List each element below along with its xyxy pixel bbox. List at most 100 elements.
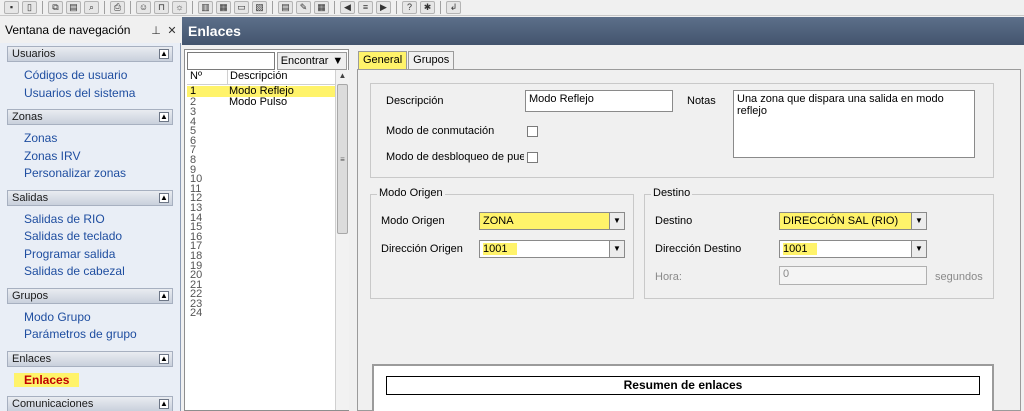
tab-general[interactable]: General	[358, 51, 408, 69]
list-item[interactable]: 17	[187, 241, 335, 252]
chevron-down-icon[interactable]: ▼	[911, 213, 926, 229]
list-item[interactable]: 12	[187, 193, 335, 204]
document-icon[interactable]: ▤	[66, 1, 81, 14]
close-icon[interactable]: ✕	[165, 24, 179, 37]
collapse-icon[interactable]: ▲	[159, 290, 169, 301]
list-item[interactable]: 2 Modo Pulso	[187, 97, 335, 108]
pin-icon[interactable]: ⊥	[149, 24, 163, 37]
list-item[interactable]: 4	[187, 116, 335, 128]
collapse-icon[interactable]: ▲	[159, 399, 169, 409]
list-item[interactable]: 10	[187, 174, 335, 185]
find-button[interactable]: Encontrar ▼	[277, 52, 347, 70]
column-header-no[interactable]: Nº	[187, 70, 227, 84]
calendar-icon[interactable]: ▦	[314, 1, 329, 14]
list-item[interactable]: 21	[187, 279, 335, 291]
nav-group-salidas[interactable]: Salidas ▲	[7, 189, 173, 206]
help-icon[interactable]: ?	[402, 1, 417, 14]
info-icon[interactable]: ✱	[420, 1, 435, 14]
nav-item-salidas-de-rio[interactable]: Salidas de RIO	[24, 211, 105, 228]
tab-strip: General Grupos	[358, 51, 455, 69]
list-item[interactable]: 7	[187, 145, 335, 156]
collapse-icon[interactable]: ▲	[159, 112, 169, 122]
nav-group-comunicaciones[interactable]: Comunicaciones ▲	[7, 396, 173, 411]
attach-icon[interactable]: ▯	[22, 1, 37, 14]
list-item[interactable]: 22	[187, 289, 335, 300]
lock-icon[interactable]: ⊓	[154, 1, 169, 14]
list-item[interactable]: 13	[187, 203, 335, 214]
report-icon[interactable]: ▧	[252, 1, 267, 14]
sheet-icon[interactable]: ▤	[278, 1, 293, 14]
list-item[interactable]: 9	[187, 164, 335, 176]
list-item[interactable]: 19	[187, 260, 335, 272]
nav-item-programar-salida[interactable]: Programar salida	[24, 246, 115, 263]
nav-item-usuarios-del-sistema[interactable]: Usuarios del sistema	[24, 85, 135, 102]
modo-desbloqueo-checkbox[interactable]	[527, 152, 538, 163]
list-item[interactable]: 16	[187, 231, 335, 243]
list-item[interactable]: 14	[187, 212, 335, 224]
nav-item-salidas-de-teclado[interactable]: Salidas de teclado	[24, 228, 122, 245]
collapse-icon[interactable]: ▲	[159, 192, 169, 203]
direccion-destino-select[interactable]: 1001 ▼	[779, 240, 927, 258]
list-item[interactable]: 3	[187, 107, 335, 118]
destino-select[interactable]: DIRECCIÓN SAL (RIO) ▼	[779, 212, 927, 230]
nav-item-salidas-de-cabezal[interactable]: Salidas de cabezal	[24, 263, 125, 280]
hora-field[interactable]: 0	[779, 266, 927, 285]
print-icon[interactable]: ⎙	[110, 1, 125, 14]
nav-group-grupos[interactable]: Grupos ▲	[7, 287, 173, 304]
list-scrollbar[interactable]: ▲ ≡	[335, 70, 349, 410]
user-gear-icon[interactable]: ☼	[172, 1, 187, 14]
nav-item-modo-grupo[interactable]: Modo Grupo	[24, 309, 91, 326]
nav-item-zonas-irv[interactable]: Zonas IRV	[24, 148, 80, 165]
list-item[interactable]: 15	[187, 222, 335, 233]
save-icon[interactable]: ▪	[4, 1, 19, 14]
grid-icon[interactable]: ▦	[216, 1, 231, 14]
scroll-up-icon[interactable]: ▲	[336, 70, 349, 82]
back-icon[interactable]: ◀	[340, 1, 355, 14]
nav-item-zonas[interactable]: Zonas	[24, 130, 57, 147]
hora-label: Hora:	[655, 271, 682, 283]
nav-group-usuarios[interactable]: Usuarios ▲	[7, 46, 173, 62]
column-header-description[interactable]: Descripción	[227, 70, 335, 84]
exit-icon[interactable]: ↲	[446, 1, 461, 14]
scroll-thumb[interactable]: ≡	[337, 84, 348, 234]
links-list-panel: Encontrar ▼ Nº Descripción 1 Modo Reflejo…	[184, 49, 349, 411]
chevron-down-icon[interactable]: ▼	[609, 213, 624, 229]
search-input[interactable]	[187, 52, 275, 70]
list-item[interactable]: 18	[187, 251, 335, 262]
nav-item-personalizar-zonas[interactable]: Personalizar zonas	[24, 165, 126, 182]
list-item[interactable]: 5	[187, 126, 335, 137]
list-item[interactable]: 24	[187, 308, 335, 319]
list-item-description	[227, 108, 335, 118]
descripcion-field[interactable]: Modo Reflejo	[525, 90, 673, 112]
nav-group-enlaces[interactable]: Enlaces ▲	[7, 350, 173, 367]
window-icon[interactable]: ▭	[234, 1, 249, 14]
modo-conmutacion-checkbox[interactable]	[527, 126, 538, 137]
list-item[interactable]: 20	[187, 270, 335, 281]
list-icon[interactable]: ≡	[358, 1, 373, 14]
zoom-icon[interactable]: ⌕	[84, 1, 99, 14]
list-item-description	[227, 309, 335, 319]
tools-icon[interactable]: ✎	[296, 1, 311, 14]
copy-icon[interactable]: ⧉	[48, 1, 63, 14]
list-item[interactable]: 6	[187, 136, 335, 147]
nav-group-zonas[interactable]: Zonas ▲	[7, 109, 173, 125]
collapse-icon[interactable]: ▲	[159, 49, 169, 59]
nav-item-parámetros-de-grupo[interactable]: Parámetros de grupo	[24, 326, 137, 343]
chevron-down-icon[interactable]: ▼	[609, 241, 624, 257]
notas-field[interactable]: Una zona que dispara una salida en modo …	[733, 90, 975, 158]
doors-icon[interactable]: ▥	[198, 1, 213, 14]
modo-conmutacion-label: Modo de conmutación	[386, 125, 495, 137]
chevron-down-icon[interactable]: ▼	[911, 241, 926, 257]
tab-grupos[interactable]: Grupos	[408, 51, 455, 69]
list-header: Nº Descripción	[187, 70, 335, 85]
collapse-icon[interactable]: ▲	[159, 353, 169, 364]
list-item[interactable]: 23	[187, 299, 335, 310]
nav-item-enlaces[interactable]: Enlaces	[14, 372, 80, 389]
list-item[interactable]: 11	[187, 183, 335, 195]
forward-icon[interactable]: ▶	[376, 1, 391, 14]
list-item[interactable]: 8	[187, 155, 335, 166]
nav-item-códigos-de-usuario[interactable]: Códigos de usuario	[24, 67, 127, 84]
direccion-origen-select[interactable]: 1001 ▼	[479, 240, 625, 258]
people-icon[interactable]: ☺	[136, 1, 151, 14]
modo-origen-select[interactable]: ZONA ▼	[479, 212, 625, 230]
